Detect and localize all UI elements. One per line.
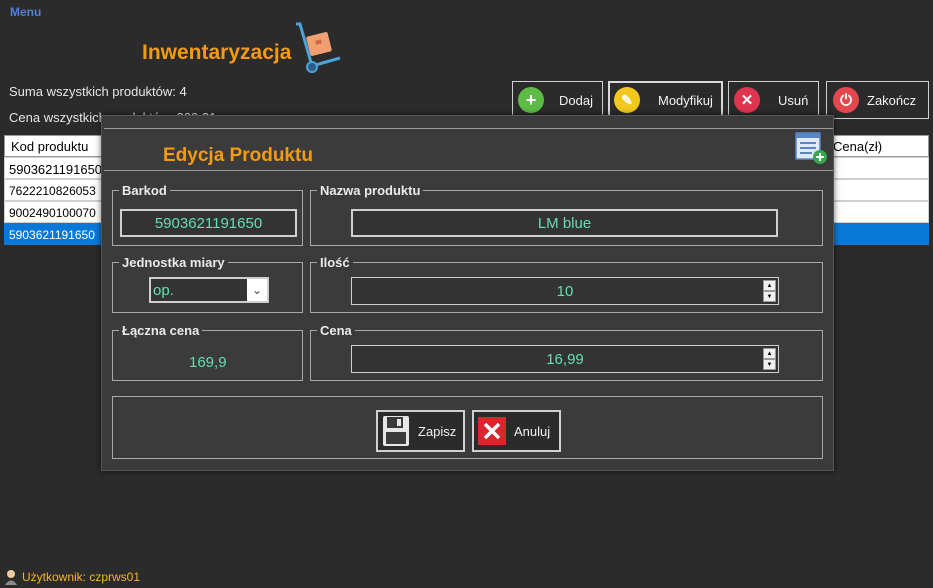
- app-title: Inwentaryzacja: [142, 41, 292, 64]
- total-price-group-label: Łączna cena: [119, 323, 203, 338]
- spin-down-icon[interactable]: ▼: [763, 291, 776, 302]
- table-cell[interactable]: [830, 179, 929, 201]
- cancel-button-label: Anuluj: [514, 423, 551, 439]
- barcode-field[interactable]: 5903621191650: [120, 209, 297, 237]
- floppy-disk-icon: [383, 416, 409, 446]
- table-cell[interactable]: [830, 157, 929, 179]
- list-add-icon: [795, 132, 827, 164]
- price-label: Cena: [317, 323, 355, 338]
- add-button-label: Dodaj: [559, 92, 593, 108]
- user-icon: [5, 570, 17, 585]
- barcode-label: Barkod: [119, 183, 170, 198]
- table-cell[interactable]: [830, 201, 929, 223]
- unit-label: Jednostka miary: [119, 255, 228, 270]
- cancel-button[interactable]: Anuluj: [472, 410, 561, 452]
- quantity-group: Ilość 10 ▲ ▼: [310, 255, 823, 313]
- table-row-selected[interactable]: 5903621191650: [4, 223, 104, 245]
- dialog-actions-group: [112, 396, 823, 459]
- product-name-group: Nazwa produktu LM blue: [310, 183, 823, 246]
- product-name-label: Nazwa produktu: [317, 183, 424, 198]
- save-button[interactable]: Zapisz: [376, 410, 465, 452]
- hand-truck-icon: [296, 22, 341, 73]
- chevron-down-icon[interactable]: ⌄: [247, 279, 267, 301]
- quantity-spin[interactable]: ▲ ▼: [763, 280, 776, 302]
- column-header-price[interactable]: Cena(zł): [830, 135, 929, 157]
- table-row[interactable]: 9002490100070: [4, 201, 104, 223]
- modify-button-label: Modyfikuj: [658, 92, 713, 108]
- column-header-code[interactable]: Kod produktu: [4, 135, 104, 157]
- table-row[interactable]: 7622210826053: [4, 179, 104, 201]
- save-button-label: Zapisz: [418, 423, 457, 439]
- table-cell-selected[interactable]: [830, 223, 929, 245]
- delete-button[interactable]: ✕ Usuń: [728, 81, 819, 119]
- barcode-group: Barkod 5903621191650: [112, 183, 303, 246]
- price-value: 16,99: [546, 350, 584, 368]
- spin-down-icon[interactable]: ▼: [763, 359, 776, 370]
- unit-select[interactable]: op. ⌄: [149, 277, 269, 303]
- unit-group: Jednostka miary op. ⌄: [112, 255, 303, 313]
- total-price-group: Łączna cena 169,9: [112, 323, 303, 381]
- spin-up-icon[interactable]: ▲: [763, 348, 776, 359]
- power-icon: ⏻: [833, 87, 859, 113]
- modify-button[interactable]: ✎ Modyfikuj: [608, 81, 723, 119]
- end-button[interactable]: ⏻ Zakończ: [826, 81, 929, 119]
- dialog-title: Edycja Produktu: [163, 145, 313, 166]
- add-button[interactable]: + Dodaj: [512, 81, 603, 119]
- total-products-label: Suma wszystkich produktów: 4: [9, 84, 187, 99]
- product-name-field[interactable]: LM blue: [351, 209, 778, 237]
- delete-button-label: Usuń: [778, 92, 809, 108]
- status-bar: Użytkownik: czprws01: [0, 566, 933, 588]
- price-group: Cena 16,99 ▲ ▼: [310, 323, 823, 381]
- pencil-icon: ✎: [614, 87, 640, 113]
- quantity-label: Ilość: [317, 255, 353, 270]
- end-button-label: Zakończ: [867, 92, 917, 108]
- quantity-value: 10: [556, 282, 574, 300]
- user-label: Użytkownik: czprws01: [22, 570, 141, 584]
- edit-product-dialog: Edycja Produktu Barkod 5903621191650 Naz…: [101, 115, 834, 471]
- quantity-stepper[interactable]: 10 ▲ ▼: [351, 277, 779, 305]
- table-row[interactable]: 5903621191650: [4, 157, 104, 179]
- delete-x-icon: ✕: [734, 87, 760, 113]
- price-spin[interactable]: ▲ ▼: [763, 348, 776, 370]
- total-price-value: 169,9: [189, 354, 227, 371]
- plus-icon: +: [518, 87, 544, 113]
- menu-button[interactable]: Menu: [10, 5, 41, 19]
- unit-select-value: op.: [153, 281, 174, 299]
- price-stepper[interactable]: 16,99 ▲ ▼: [351, 345, 779, 373]
- dialog-header: Edycja Produktu: [104, 128, 833, 171]
- close-icon: [478, 417, 506, 445]
- spin-up-icon[interactable]: ▲: [763, 280, 776, 291]
